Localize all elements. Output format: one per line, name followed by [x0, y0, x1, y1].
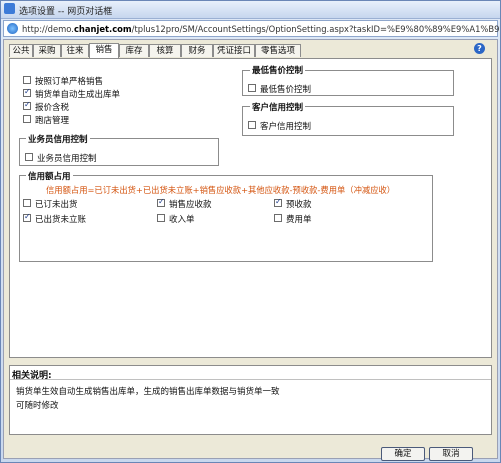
store-run-label: 跑店管理 [35, 116, 70, 126]
tab-inventory[interactable]: 库存 [119, 44, 149, 57]
ordered-not-shipped-label: 已订未出货 [35, 200, 78, 210]
tab-voucher-interface[interactable]: 凭证接口 [213, 44, 255, 57]
customer-credit-label: 客户信用控制 [260, 122, 312, 132]
title-bar: 选项设置 -- 网页对话框 [1, 1, 500, 19]
cancel-button[interactable]: 取消 [429, 447, 473, 461]
tab-common[interactable]: 公共 [9, 44, 33, 57]
tab-retail-options[interactable]: 零售选项 [255, 44, 301, 57]
strict-order-label: 按照订单严格销售 [35, 77, 104, 87]
quote-tax-checkbox[interactable] [23, 100, 31, 110]
sales-receivable-checkbox[interactable] [157, 197, 165, 207]
prepayment-label: 预收款 [286, 200, 312, 210]
auto-outbound-label: 销货单自动生成出库单 [35, 90, 121, 100]
store-run-checkbox[interactable] [23, 115, 31, 123]
sales-receivable-label: 销售应收款 [169, 200, 212, 210]
tab-finance[interactable]: 财务 [181, 44, 213, 57]
ie-icon [7, 23, 18, 34]
salesman-credit-checkbox[interactable] [25, 153, 33, 161]
tab-purchase[interactable]: 采购 [33, 44, 61, 57]
customer-credit-checkbox[interactable] [248, 121, 256, 129]
address-text: http://demo.chanjet.com/tplus12pro/SM/Ac… [22, 24, 500, 34]
min-price-title: 最低售价控制 [250, 64, 306, 76]
tab-sales[interactable]: 销售 [89, 43, 119, 58]
ordered-not-shipped-checkbox[interactable] [23, 199, 31, 207]
income-slip-checkbox[interactable] [157, 214, 165, 222]
prepayment-checkbox[interactable] [274, 197, 282, 207]
dialog-window: 选项设置 -- 网页对话框 http://demo.chanjet.com/tp… [0, 0, 501, 463]
description-divider [10, 379, 491, 380]
credit-usage-title: 信用额占用 [26, 170, 73, 182]
min-price-label: 最低售价控制 [260, 85, 312, 95]
window-title: 选项设置 -- 网页对话框 [19, 7, 113, 17]
app-icon [4, 3, 15, 14]
credit-usage-formula: 信用额占用=已订未出货+已出货未立账+销售应收款+其他应收款-预收款-费用单（冲… [46, 185, 396, 195]
expense-slip-checkbox[interactable] [274, 214, 282, 222]
description-line-2: 可随时修改 [16, 401, 59, 411]
description-line-1: 销货单生效自动生成销售出库单，生成的销售出库单数据与销货单一致 [16, 387, 280, 397]
help-icon[interactable]: ? [474, 43, 485, 54]
tab-costing[interactable]: 核算 [149, 44, 181, 57]
salesman-credit-title: 业务员信用控制 [26, 133, 90, 145]
quote-tax-label: 报价含税 [35, 103, 70, 113]
expense-slip-label: 费用单 [286, 215, 312, 225]
shipped-unbooked-label: 已出货未立账 [35, 215, 87, 225]
ok-button[interactable]: 确定 [381, 447, 425, 461]
sales-panel: 按照订单严格销售 销货单自动生成出库单 报价含税 跑店管理 最低售价控制 最低售… [9, 58, 492, 358]
dialog-content: 公共 采购 往来 销售 库存 核算 财务 凭证接口 零售选项 ? 按照订单严格销… [3, 39, 498, 461]
auto-outbound-checkbox[interactable] [23, 87, 31, 97]
description-panel: 相关说明: 销货单生效自动生成销售出库单，生成的销售出库单数据与销货单一致 可随… [9, 365, 492, 435]
income-slip-label: 收入单 [169, 215, 195, 225]
customer-credit-title: 客户信用控制 [250, 101, 306, 113]
address-bar: http://demo.chanjet.com/tplus12pro/SM/Ac… [3, 20, 500, 37]
min-price-checkbox[interactable] [248, 84, 256, 92]
tab-transactions[interactable]: 往来 [61, 44, 89, 57]
salesman-credit-label: 业务员信用控制 [37, 154, 97, 164]
shipped-unbooked-checkbox[interactable] [23, 212, 31, 222]
strict-order-checkbox[interactable] [23, 76, 31, 84]
